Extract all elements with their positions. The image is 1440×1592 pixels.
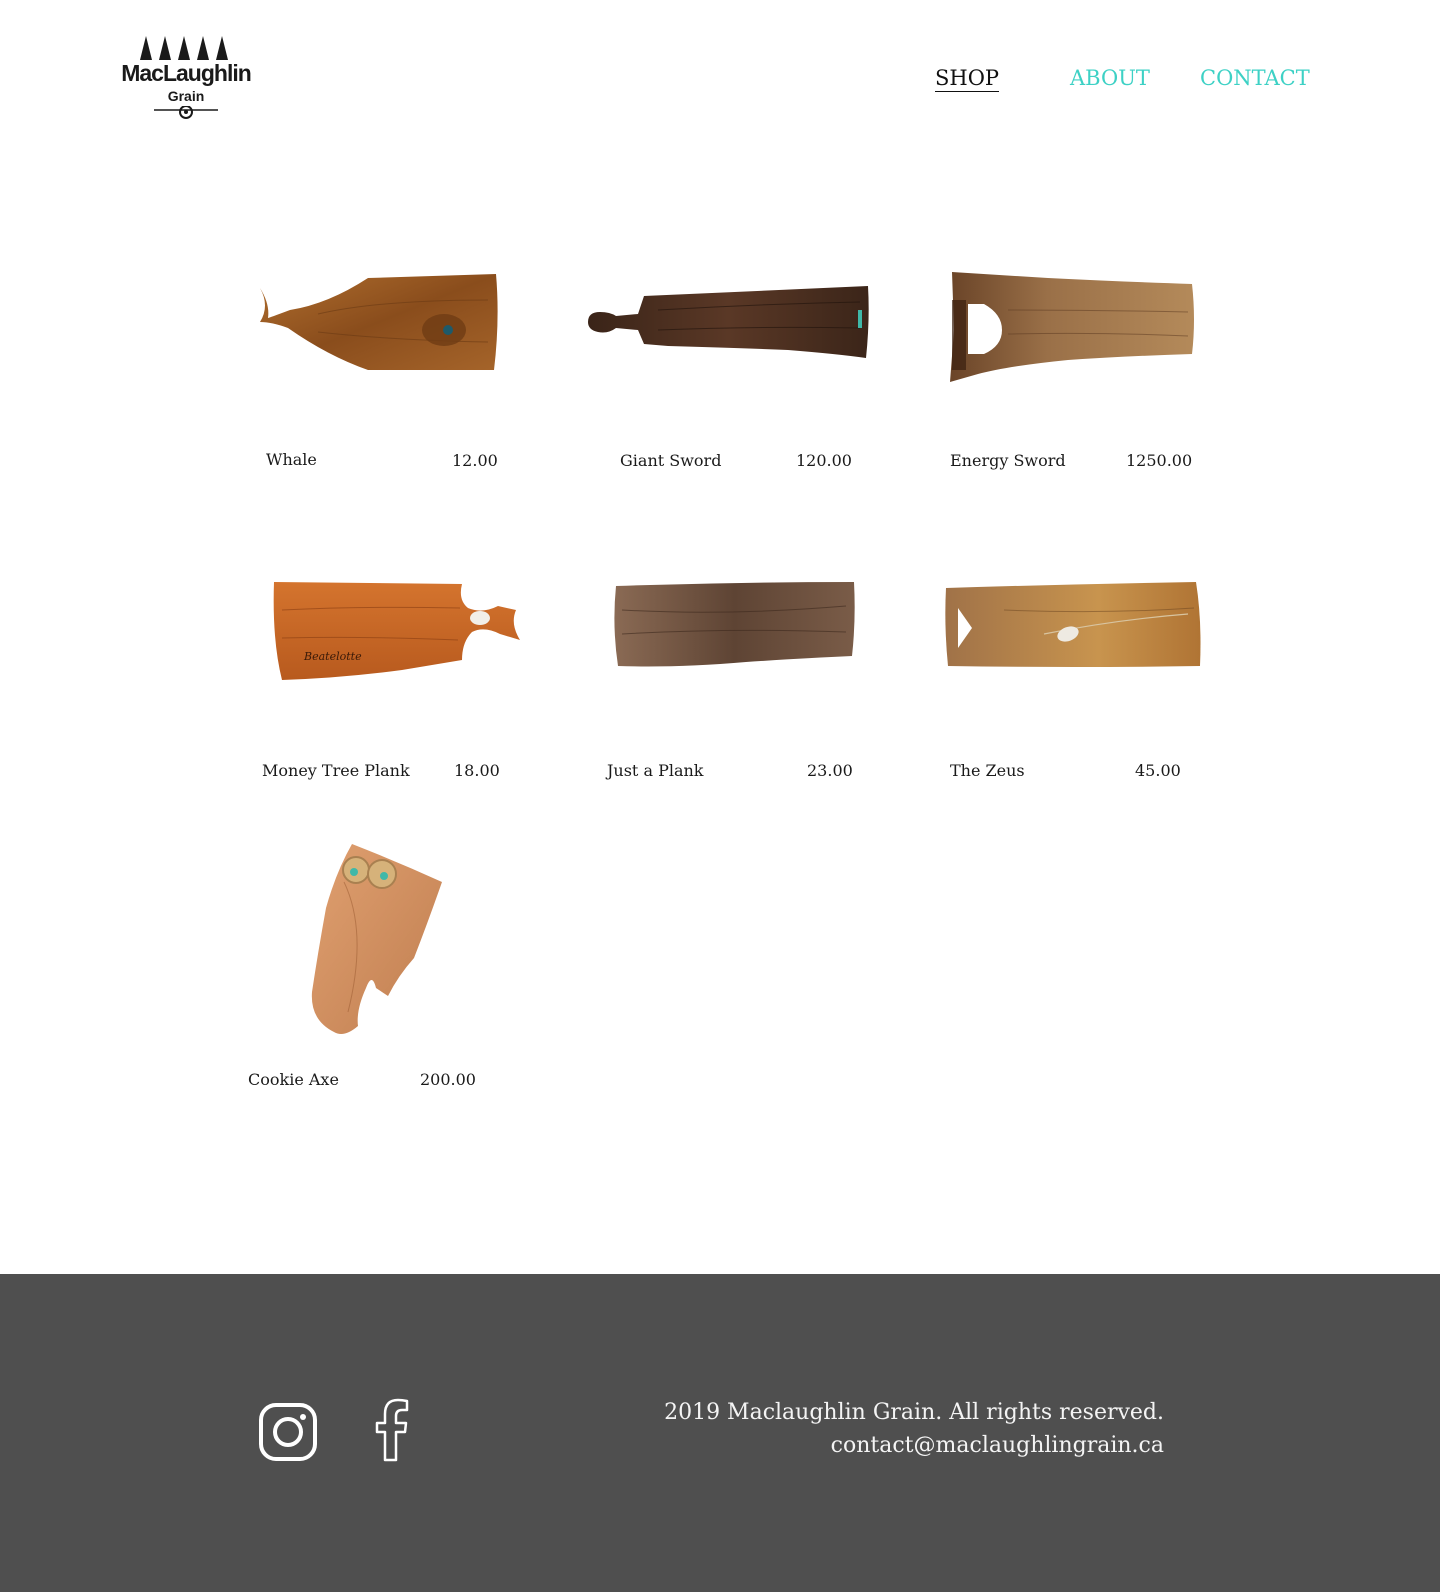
logo-sub: Grain: [167, 88, 205, 104]
product-card[interactable]: Giant Sword 120.00: [588, 270, 878, 480]
nav-about[interactable]: ABOUT: [1070, 66, 1150, 90]
product-price: 23.00: [807, 761, 853, 780]
product-card[interactable]: Cookie Axe 200.00: [248, 842, 488, 1092]
product-price: 1250.00: [1126, 451, 1193, 470]
nav-shop[interactable]: SHOP: [935, 66, 1000, 92]
copyright-text: 2019 Maclaughlin Grain. All rights reser…: [664, 1400, 1164, 1425]
product-image: Beatelotte: [273, 582, 520, 680]
instagram-link[interactable]: [258, 1402, 318, 1466]
product-price: 45.00: [1135, 761, 1181, 780]
logo[interactable]: MacLaughlin Grain: [118, 36, 254, 122]
product-price: 120.00: [796, 451, 852, 470]
product-image: [950, 272, 1194, 382]
tree-logo-icon: [140, 36, 228, 60]
product-image: [945, 582, 1201, 667]
product-price: 200.00: [420, 1070, 476, 1089]
product-price: 12.00: [452, 451, 498, 470]
product-name: Energy Sword: [950, 451, 1066, 470]
product-name: The Zeus: [950, 761, 1025, 780]
product-name: Cookie Axe: [248, 1070, 339, 1089]
product-card[interactable]: Just a Plank 23.00: [606, 580, 866, 790]
product-card[interactable]: Energy Sword 1250.00: [948, 270, 1208, 480]
facebook-icon: [375, 1398, 409, 1462]
product-name: Giant Sword: [620, 451, 722, 470]
product-card[interactable]: Beatelotte Money Tree Plank 18.00: [262, 580, 532, 790]
nav-contact[interactable]: CONTACT: [1200, 66, 1310, 90]
product-name: Just a Plank: [607, 761, 704, 780]
instagram-icon: [259, 1403, 317, 1461]
saw-blade-icon: [154, 106, 218, 119]
product-price: 18.00: [454, 761, 500, 780]
svg-text:Beatelotte: Beatelotte: [303, 650, 362, 663]
contact-email[interactable]: contact@maclaughlingrain.ca: [664, 1429, 1164, 1462]
product-image: [311, 844, 442, 1034]
product-name: Money Tree Plank: [262, 761, 410, 780]
product-card[interactable]: The Zeus 45.00: [944, 580, 1214, 790]
footer: 2019 Maclaughlin Grain. All rights reser…: [0, 1274, 1440, 1592]
logo-name: MacLaughlin: [121, 60, 252, 86]
product-image: [588, 286, 869, 358]
product-image: [614, 582, 855, 667]
product-card[interactable]: Whale 12.00: [258, 270, 508, 480]
facebook-link[interactable]: [372, 1398, 412, 1466]
footer-info: 2019 Maclaughlin Grain. All rights reser…: [664, 1396, 1164, 1462]
product-image: [260, 274, 498, 370]
product-name: Whale: [266, 450, 317, 469]
